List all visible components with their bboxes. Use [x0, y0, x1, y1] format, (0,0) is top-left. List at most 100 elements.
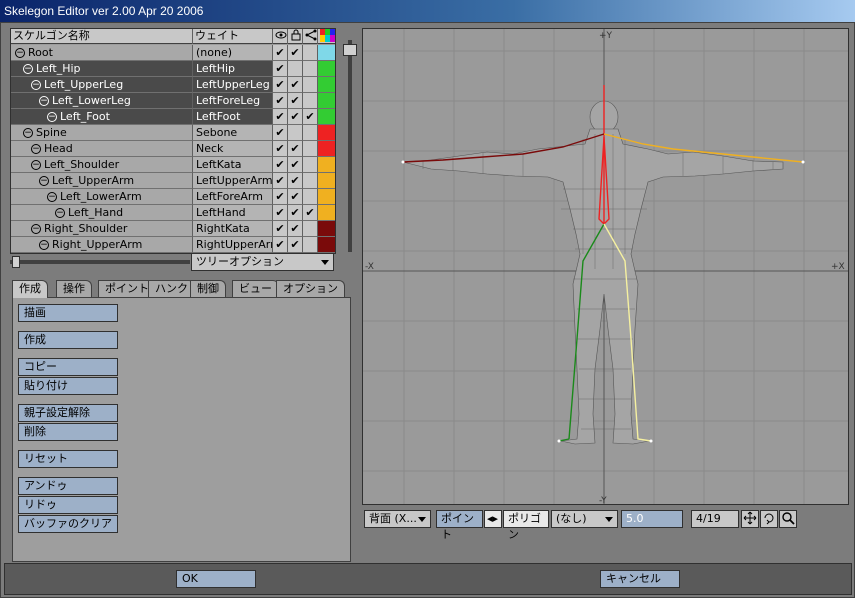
- visibility-check[interactable]: ✔: [273, 77, 288, 93]
- tree-row-weight[interactable]: (none): [193, 45, 273, 61]
- collapse-icon[interactable]: −: [23, 128, 33, 138]
- bone-color-swatch[interactable]: [318, 205, 335, 221]
- tree-row-name[interactable]: − Spine: [11, 125, 193, 141]
- tab-options[interactable]: オプション: [276, 280, 345, 297]
- cancel-button[interactable]: キャンセル: [600, 570, 680, 588]
- visibility-check[interactable]: ✔: [273, 93, 288, 109]
- tree-row-name[interactable]: − Left_Hip: [11, 61, 193, 77]
- polygon-mode-button[interactable]: ポリゴン: [503, 510, 549, 541]
- tree-row-weight[interactable]: RightUpperArm: [193, 237, 273, 253]
- visibility-check[interactable]: ✔: [273, 173, 288, 189]
- lock-check[interactable]: ✔: [288, 157, 303, 173]
- collapse-icon[interactable]: −: [55, 208, 65, 218]
- tree-row-name[interactable]: − Left_LowerArm: [11, 189, 193, 205]
- lock-check[interactable]: ✔: [288, 77, 303, 93]
- bone-color-swatch[interactable]: [318, 61, 335, 77]
- tab-create[interactable]: 作成: [12, 280, 48, 298]
- visibility-check[interactable]: ✔: [273, 221, 288, 237]
- tree-row-name[interactable]: − Root: [11, 45, 193, 61]
- tree-row[interactable]: − Root (none) ✔ ✔: [11, 45, 335, 61]
- move-icon[interactable]: [741, 510, 759, 528]
- tree-row-weight[interactable]: RightKata: [193, 221, 273, 237]
- tree-row-weight[interactable]: LeftUpperLeg: [193, 77, 273, 93]
- tree-row-name[interactable]: − Left_LowerLeg: [11, 93, 193, 109]
- hierarchy-check[interactable]: ✔: [303, 109, 318, 125]
- tree-row[interactable]: − Left_Hand LeftHand ✔ ✔ ✔: [11, 205, 335, 221]
- 3d-viewport[interactable]: +Y -Y -X +X: [362, 28, 849, 505]
- draw-button[interactable]: 描画: [18, 304, 118, 322]
- paste-button[interactable]: 貼り付け: [18, 377, 118, 395]
- point-mode-button[interactable]: ポイント: [436, 510, 483, 541]
- hierarchy-check[interactable]: [303, 173, 318, 189]
- lock-check[interactable]: ✔: [288, 45, 303, 61]
- lock-check[interactable]: ✔: [288, 109, 303, 125]
- delete-button[interactable]: 削除: [18, 423, 118, 441]
- viewport-canvas[interactable]: +Y -Y -X +X: [363, 29, 849, 505]
- tree-row-name[interactable]: − Right_Shoulder: [11, 221, 193, 237]
- lock-check[interactable]: ✔: [288, 205, 303, 221]
- bone-color-swatch[interactable]: [318, 221, 335, 237]
- scroll-track[interactable]: [348, 40, 352, 252]
- unparent-button[interactable]: 親子設定解除: [18, 404, 118, 422]
- ok-button[interactable]: OK: [176, 570, 256, 588]
- hscroll-thumb[interactable]: [12, 256, 20, 268]
- hierarchy-check[interactable]: [303, 237, 318, 253]
- visibility-check[interactable]: ✔: [273, 189, 288, 205]
- zoom-icon[interactable]: [779, 510, 797, 528]
- tree-row-weight[interactable]: LeftForeLeg: [193, 93, 273, 109]
- header-name[interactable]: スケルゴン名称: [11, 29, 193, 44]
- hierarchy-check[interactable]: [303, 77, 318, 93]
- tree-row-weight[interactable]: LeftKata: [193, 157, 273, 173]
- tree-row[interactable]: − Head Neck ✔ ✔: [11, 141, 335, 157]
- rotate-icon[interactable]: [760, 510, 778, 528]
- bone-color-swatch[interactable]: [318, 77, 335, 93]
- hierarchy-check[interactable]: ✔: [303, 205, 318, 221]
- lock-check[interactable]: ✔: [288, 221, 303, 237]
- lock-check[interactable]: ✔: [288, 141, 303, 157]
- collapse-icon[interactable]: −: [31, 144, 41, 154]
- tab-view[interactable]: ビュー: [232, 280, 279, 297]
- layer-select-dropdown[interactable]: (なし): [551, 510, 618, 528]
- lock-check[interactable]: ✔: [288, 189, 303, 205]
- hscroll-track[interactable]: [10, 260, 190, 264]
- lock-check[interactable]: ✔: [288, 237, 303, 253]
- visibility-check[interactable]: ✔: [273, 109, 288, 125]
- bone-color-swatch[interactable]: [318, 237, 335, 253]
- tree-row-weight[interactable]: LeftUpperArm: [193, 173, 273, 189]
- bone-color-swatch[interactable]: [318, 141, 335, 157]
- bone-color-swatch[interactable]: [318, 189, 335, 205]
- lock-check[interactable]: [288, 125, 303, 141]
- tree-row[interactable]: − Left_LowerLeg LeftForeLeg ✔ ✔: [11, 93, 335, 109]
- lock-check[interactable]: ✔: [288, 93, 303, 109]
- tree-row-name[interactable]: − Head: [11, 141, 193, 157]
- visibility-check[interactable]: ✔: [273, 61, 288, 77]
- collapse-icon[interactable]: −: [31, 224, 41, 234]
- tree-horizontal-scrollbar[interactable]: [10, 256, 190, 268]
- bone-color-swatch[interactable]: [318, 173, 335, 189]
- tree-row-name[interactable]: − Right_UpperArm: [11, 237, 193, 253]
- header-weight[interactable]: ウェイト: [193, 29, 273, 44]
- bone-color-swatch[interactable]: [318, 93, 335, 109]
- lock-icon[interactable]: [288, 29, 303, 44]
- hierarchy-check[interactable]: [303, 157, 318, 173]
- visibility-check[interactable]: ✔: [273, 237, 288, 253]
- swap-arrows-icon[interactable]: ◂▸: [484, 510, 502, 528]
- redo-button[interactable]: リドゥ: [18, 496, 118, 514]
- collapse-icon[interactable]: −: [31, 160, 41, 170]
- undo-button[interactable]: アンドゥ: [18, 477, 118, 495]
- create-button[interactable]: 作成: [18, 331, 118, 349]
- tree-row[interactable]: − Left_Foot LeftFoot ✔ ✔ ✔: [11, 109, 335, 125]
- bone-color-swatch[interactable]: [318, 157, 335, 173]
- color-palette-icon[interactable]: [318, 29, 335, 44]
- tree-row[interactable]: − Left_LowerArm LeftForeArm ✔ ✔: [11, 189, 335, 205]
- tree-options-dropdown[interactable]: ツリーオプション: [191, 253, 334, 271]
- visibility-icon[interactable]: [273, 29, 288, 44]
- collapse-icon[interactable]: −: [47, 112, 57, 122]
- tree-row-weight[interactable]: Neck: [193, 141, 273, 157]
- tree-row-name[interactable]: − Left_UpperLeg: [11, 77, 193, 93]
- tree-row-name[interactable]: − Left_UpperArm: [11, 173, 193, 189]
- collapse-icon[interactable]: −: [39, 96, 49, 106]
- bone-color-swatch[interactable]: [318, 109, 335, 125]
- hierarchy-check[interactable]: [303, 45, 318, 61]
- tree-row[interactable]: − Left_UpperLeg LeftUpperLeg ✔ ✔: [11, 77, 335, 93]
